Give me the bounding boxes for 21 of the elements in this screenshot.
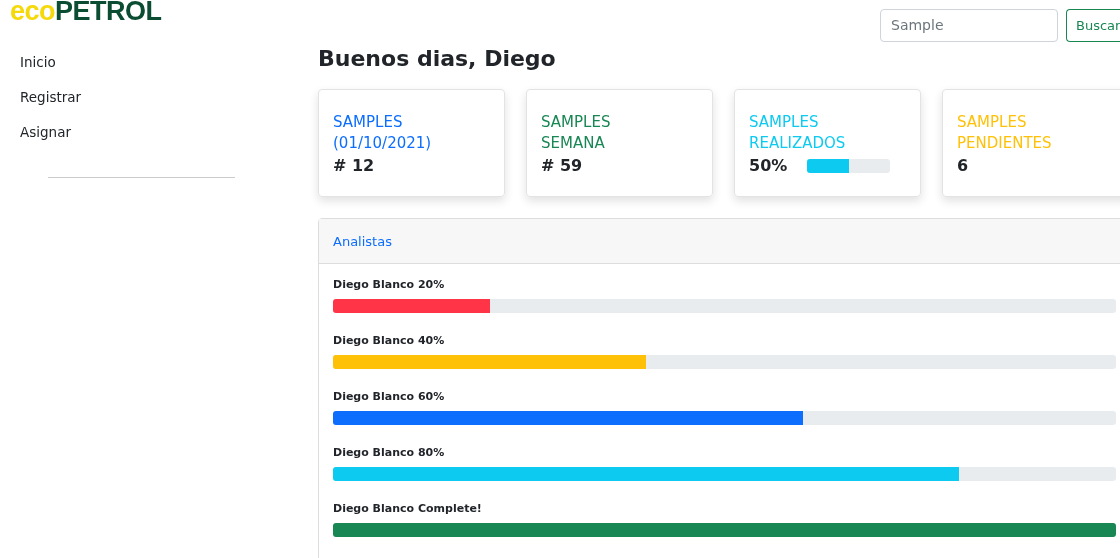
analyst-label: Diego Blanco 20% [333, 278, 446, 292]
logo: ecoPETROL [10, 0, 162, 25]
card-title: SAMPLES SEMANA [541, 112, 612, 154]
panel-title: Analistas [333, 233, 392, 249]
analyst-label: Diego Blanco Complete! [333, 502, 483, 516]
card-title: SAMPLES REALIZADOS [749, 112, 847, 154]
sidebar-item[interactable]: Registrar [20, 87, 300, 122]
analyst-label: Diego Blanco 80% [333, 446, 446, 460]
sidebar-item[interactable]: Inicio [20, 52, 300, 87]
search-button[interactable]: Buscar [1066, 8, 1120, 42]
sidebar-item[interactable]: Asignar [20, 122, 300, 157]
card-value: # 59 [541, 156, 583, 175]
card-value: 6 [957, 156, 969, 175]
card-title: SAMPLES (01/10/2021) [333, 112, 433, 154]
analyst-label: Diego Blanco 60% [333, 390, 446, 404]
card-value: # 12 [333, 156, 375, 175]
analyst-label: Diego Blanco 40% [333, 334, 446, 348]
search-field[interactable]: Sample [880, 8, 1058, 42]
greeting-heading: Buenos dias, Diego [318, 46, 557, 71]
card-value: 50% [749, 156, 788, 175]
card-title: SAMPLES PENDIENTES [957, 112, 1053, 154]
